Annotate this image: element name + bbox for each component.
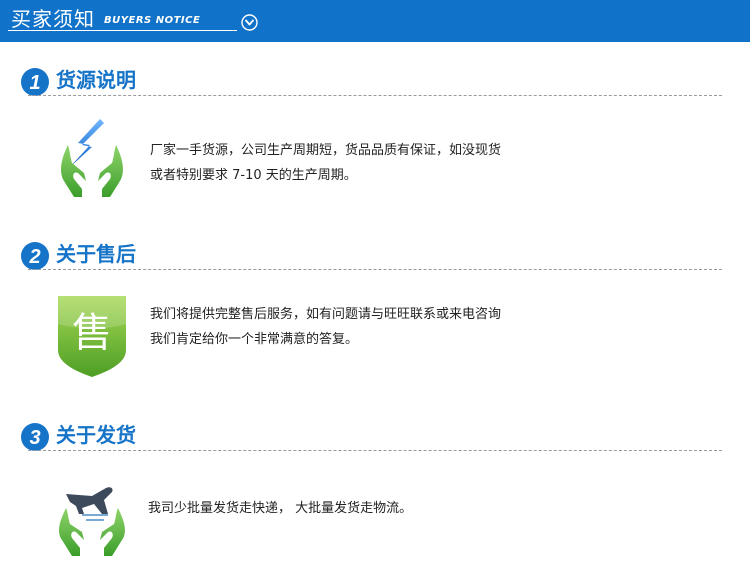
divider xyxy=(28,450,722,451)
body-line: 我司少批量发货走快递， 大批量发货走物流。 xyxy=(148,501,413,516)
section-body: 我司少批量发货走快递， 大批量发货走物流。 xyxy=(148,496,548,521)
body-line: 或者特别要求 7-10 天的生产周期。 xyxy=(150,168,357,183)
header-title: 买家须知 xyxy=(11,7,95,31)
section-title: 货源说明 xyxy=(56,68,136,92)
body-line: 厂家一手货源，公司生产周期短，货品品质有保证，如没现货 xyxy=(150,143,502,158)
chevron-down-icon[interactable] xyxy=(241,14,258,31)
header-bar: 买家须知 BUYERS NOTICE xyxy=(0,0,750,42)
number-badge-icon: 3 xyxy=(21,423,49,451)
header-underline xyxy=(8,30,237,31)
divider xyxy=(28,95,722,96)
header-subtitle: BUYERS NOTICE xyxy=(104,15,201,26)
number-badge-icon: 1 xyxy=(21,68,49,96)
svg-text:2: 2 xyxy=(28,246,40,268)
airplane-hands-icon xyxy=(59,487,125,556)
svg-text:售: 售 xyxy=(72,310,112,356)
bolt-hands-icon xyxy=(61,119,123,197)
section-title: 关于发货 xyxy=(56,423,136,447)
after-sales-shield-icon: 售 xyxy=(58,296,126,377)
section-title: 关于售后 xyxy=(56,242,136,266)
svg-text:3: 3 xyxy=(29,427,40,449)
number-badge-icon: 2 xyxy=(21,242,49,270)
section-body: 厂家一手货源，公司生产周期短，货品品质有保证，如没现货 或者特别要求 7-10 … xyxy=(150,138,550,188)
section-body: 我们将提供完整售后服务，如有问题请与旺旺联系或来电咨询 我们肯定给你一个非常满意… xyxy=(150,302,550,352)
body-line: 我们将提供完整售后服务，如有问题请与旺旺联系或来电咨询 xyxy=(150,307,502,322)
body-line: 我们肯定给你一个非常满意的答复。 xyxy=(150,332,359,347)
divider xyxy=(28,269,722,270)
svg-text:1: 1 xyxy=(29,72,40,94)
